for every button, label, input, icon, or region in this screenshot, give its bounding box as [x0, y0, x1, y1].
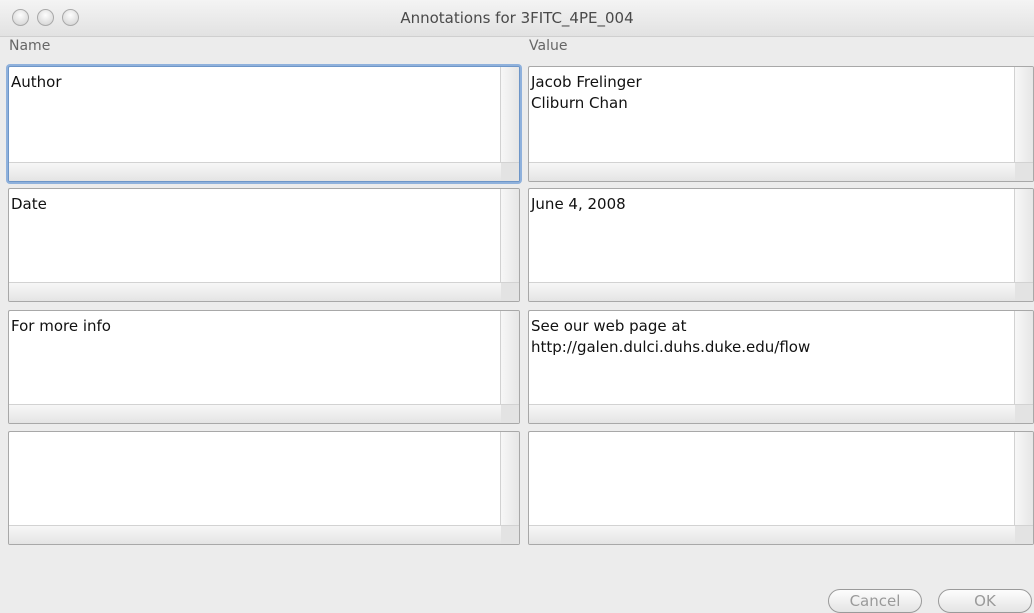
- annotation-value-field-3[interactable]: See our web page at http://galen.dulci.d…: [528, 310, 1034, 424]
- horizontal-scrollbar[interactable]: [529, 162, 1033, 181]
- scroll-corner: [1015, 526, 1033, 544]
- annotation-value-text: See our web page at http://galen.dulci.d…: [531, 317, 811, 356]
- scroll-corner: [501, 163, 519, 181]
- horizontal-scrollbar[interactable]: [529, 525, 1033, 544]
- window-title: Annotations for 3FITC_4PE_004: [400, 9, 634, 27]
- horizontal-scrollbar[interactable]: [9, 162, 519, 181]
- name-column-header: Name: [9, 38, 51, 54]
- annotation-name-field-4[interactable]: [8, 431, 520, 545]
- scroll-corner: [1015, 163, 1033, 181]
- annotation-name-text: Date: [11, 195, 47, 213]
- horizontal-scrollbar[interactable]: [529, 282, 1033, 301]
- cancel-button[interactable]: Cancel: [828, 589, 922, 613]
- scroll-corner: [501, 283, 519, 301]
- annotation-name-field-3[interactable]: For more info: [8, 310, 520, 424]
- horizontal-scrollbar[interactable]: [9, 404, 519, 423]
- value-column-header: Value: [529, 38, 568, 54]
- scroll-corner: [501, 405, 519, 423]
- scroll-corner: [1015, 405, 1033, 423]
- annotation-value-text: June 4, 2008: [531, 195, 626, 213]
- annotation-name-text: For more info: [11, 317, 111, 335]
- annotation-name-field-1[interactable]: Author: [8, 66, 520, 182]
- annotation-value-text: Jacob Frelinger Cliburn Chan: [531, 73, 642, 112]
- annotation-value-field-2[interactable]: June 4, 2008: [528, 188, 1034, 302]
- annotation-name-field-2[interactable]: Date: [8, 188, 520, 302]
- horizontal-scrollbar[interactable]: [529, 404, 1033, 423]
- scroll-corner: [501, 526, 519, 544]
- annotation-value-field-1[interactable]: Jacob Frelinger Cliburn Chan: [528, 66, 1034, 182]
- horizontal-scrollbar[interactable]: [9, 282, 519, 301]
- window-titlebar[interactable]: Annotations for 3FITC_4PE_004: [0, 0, 1034, 37]
- annotation-value-field-4[interactable]: [528, 431, 1034, 545]
- horizontal-scrollbar[interactable]: [9, 525, 519, 544]
- annotation-name-text: Author: [11, 73, 62, 91]
- scroll-corner: [1015, 283, 1033, 301]
- ok-button[interactable]: OK: [938, 589, 1032, 613]
